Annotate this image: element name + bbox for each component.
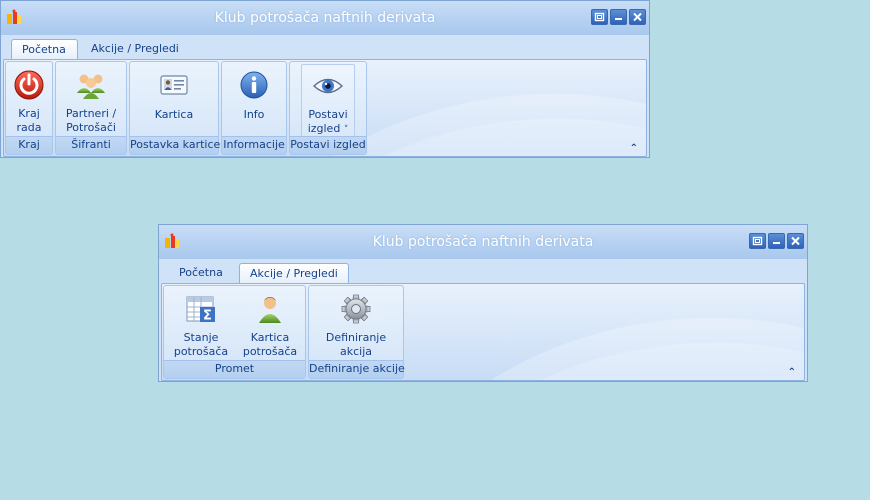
svg-text:Σ: Σ: [203, 309, 212, 324]
minimize-button[interactable]: [768, 233, 785, 249]
power-icon: [14, 70, 44, 100]
stanje-potrosaca-button[interactable]: Σ Stanje potrošača: [166, 288, 236, 362]
eye-icon: [312, 78, 344, 94]
button-label-line2: potrošača: [173, 345, 229, 358]
main-window-home: Klub potrošača naftnih derivata Početna …: [0, 0, 650, 158]
gear-icon: [341, 294, 371, 324]
window-title: Klub potrošača naftnih derivata: [214, 10, 436, 26]
partneri-potrosaci-button[interactable]: Partneri / Potrošači: [57, 64, 125, 138]
close-icon: [633, 12, 642, 22]
group-promet: Σ Stanje potrošača Kartica potrošača Pro…: [163, 285, 306, 379]
users-icon: [77, 74, 105, 99]
kartica-potrosaca-button[interactable]: Kartica potrošača: [236, 288, 304, 362]
button-label-line1: Postavi: [308, 108, 348, 121]
close-icon: [791, 236, 800, 246]
main-window-akcije: Klub potrošača naftnih derivata Početna …: [158, 224, 808, 382]
minimize-icon: [615, 18, 622, 20]
info-button[interactable]: Info: [223, 64, 285, 138]
group-sifranti: Partneri / Potrošači Šifranti: [55, 61, 127, 155]
close-button[interactable]: [787, 233, 804, 249]
button-label-line1: Partneri /: [65, 107, 117, 120]
user-icon: [259, 297, 281, 323]
collapse-ribbon-icon[interactable]: ⌃: [630, 143, 638, 154]
group-label: Informacije: [222, 136, 286, 154]
kartica-button[interactable]: Kartica: [131, 64, 217, 138]
group-informacije: Info Informacije: [221, 61, 287, 155]
button-label-line1: Stanje: [183, 331, 219, 344]
postavi-izgled-button[interactable]: Postavi izgled ˅: [301, 64, 355, 138]
kraj-rada-button[interactable]: Kraj rada: [7, 64, 51, 138]
tab-akcije-pregledi[interactable]: Akcije / Pregledi: [81, 39, 191, 59]
button-label: Kartica: [154, 108, 194, 121]
group-definiranje-akcije: Definiranje akcija Definiranje akcije: [308, 285, 405, 379]
window-title: Klub potrošača naftnih derivata: [372, 234, 594, 250]
button-label-line2: Potrošači: [66, 121, 116, 134]
group-postavka-kartice: Kartica Postavka kartice: [129, 61, 220, 155]
tab-pocetna[interactable]: Početna: [11, 39, 78, 59]
info-icon: [240, 71, 268, 99]
ribbon-panel: Kraj rada Kraj Partneri / Potrošači Šifr…: [3, 59, 647, 157]
group-label: Kraj: [6, 136, 52, 154]
button-label-line2: akcija: [339, 345, 372, 358]
restore-icon: [594, 12, 605, 22]
group-label: Postavi izgled: [290, 136, 366, 154]
button-label-line2: izgled: [307, 122, 341, 135]
title-bar[interactable]: Klub potrošača naftnih derivata: [1, 1, 649, 35]
table-sum-icon: Σ: [186, 296, 215, 324]
group-postavi-izgled: Postavi izgled ˅ Postavi izgled: [289, 61, 367, 155]
button-label-line2: potrošača: [242, 345, 298, 358]
close-button[interactable]: [629, 9, 646, 25]
minimize-button[interactable]: [610, 9, 627, 25]
button-label-line1: Kartica: [250, 331, 290, 344]
group-kraj: Kraj rada Kraj: [5, 61, 53, 155]
ribbon-panel: Σ Stanje potrošača Kartica potrošača Pro…: [161, 283, 805, 381]
button-label-line2: rada: [16, 121, 42, 134]
minimize-icon: [773, 242, 780, 244]
button-label: Info: [243, 108, 265, 121]
tab-akcije-pregledi[interactable]: Akcije / Pregledi: [239, 263, 349, 283]
ribbon-tabs: Početna Akcije / Pregledi: [1, 35, 649, 59]
chevron-down-icon: ˅: [343, 125, 349, 135]
button-label-line1: Definiranje: [325, 331, 387, 344]
restore-button[interactable]: [749, 233, 766, 249]
group-label: Postavka kartice: [130, 136, 220, 154]
group-label: Definiranje akcije: [309, 360, 405, 378]
tab-pocetna[interactable]: Početna: [169, 263, 236, 283]
group-label: Promet: [164, 360, 305, 378]
title-bar[interactable]: Klub potrošača naftnih derivata: [159, 225, 807, 259]
restore-icon: [752, 236, 763, 246]
button-label-line1: Kraj: [18, 107, 40, 120]
group-label: Šifranti: [56, 136, 126, 154]
collapse-ribbon-icon[interactable]: ⌃: [788, 367, 796, 378]
definiranje-akcija-button[interactable]: Definiranje akcija: [310, 288, 402, 362]
restore-button[interactable]: [591, 9, 608, 25]
id-card-icon: [160, 75, 188, 95]
ribbon-tabs: Početna Akcije / Pregledi: [159, 259, 807, 283]
